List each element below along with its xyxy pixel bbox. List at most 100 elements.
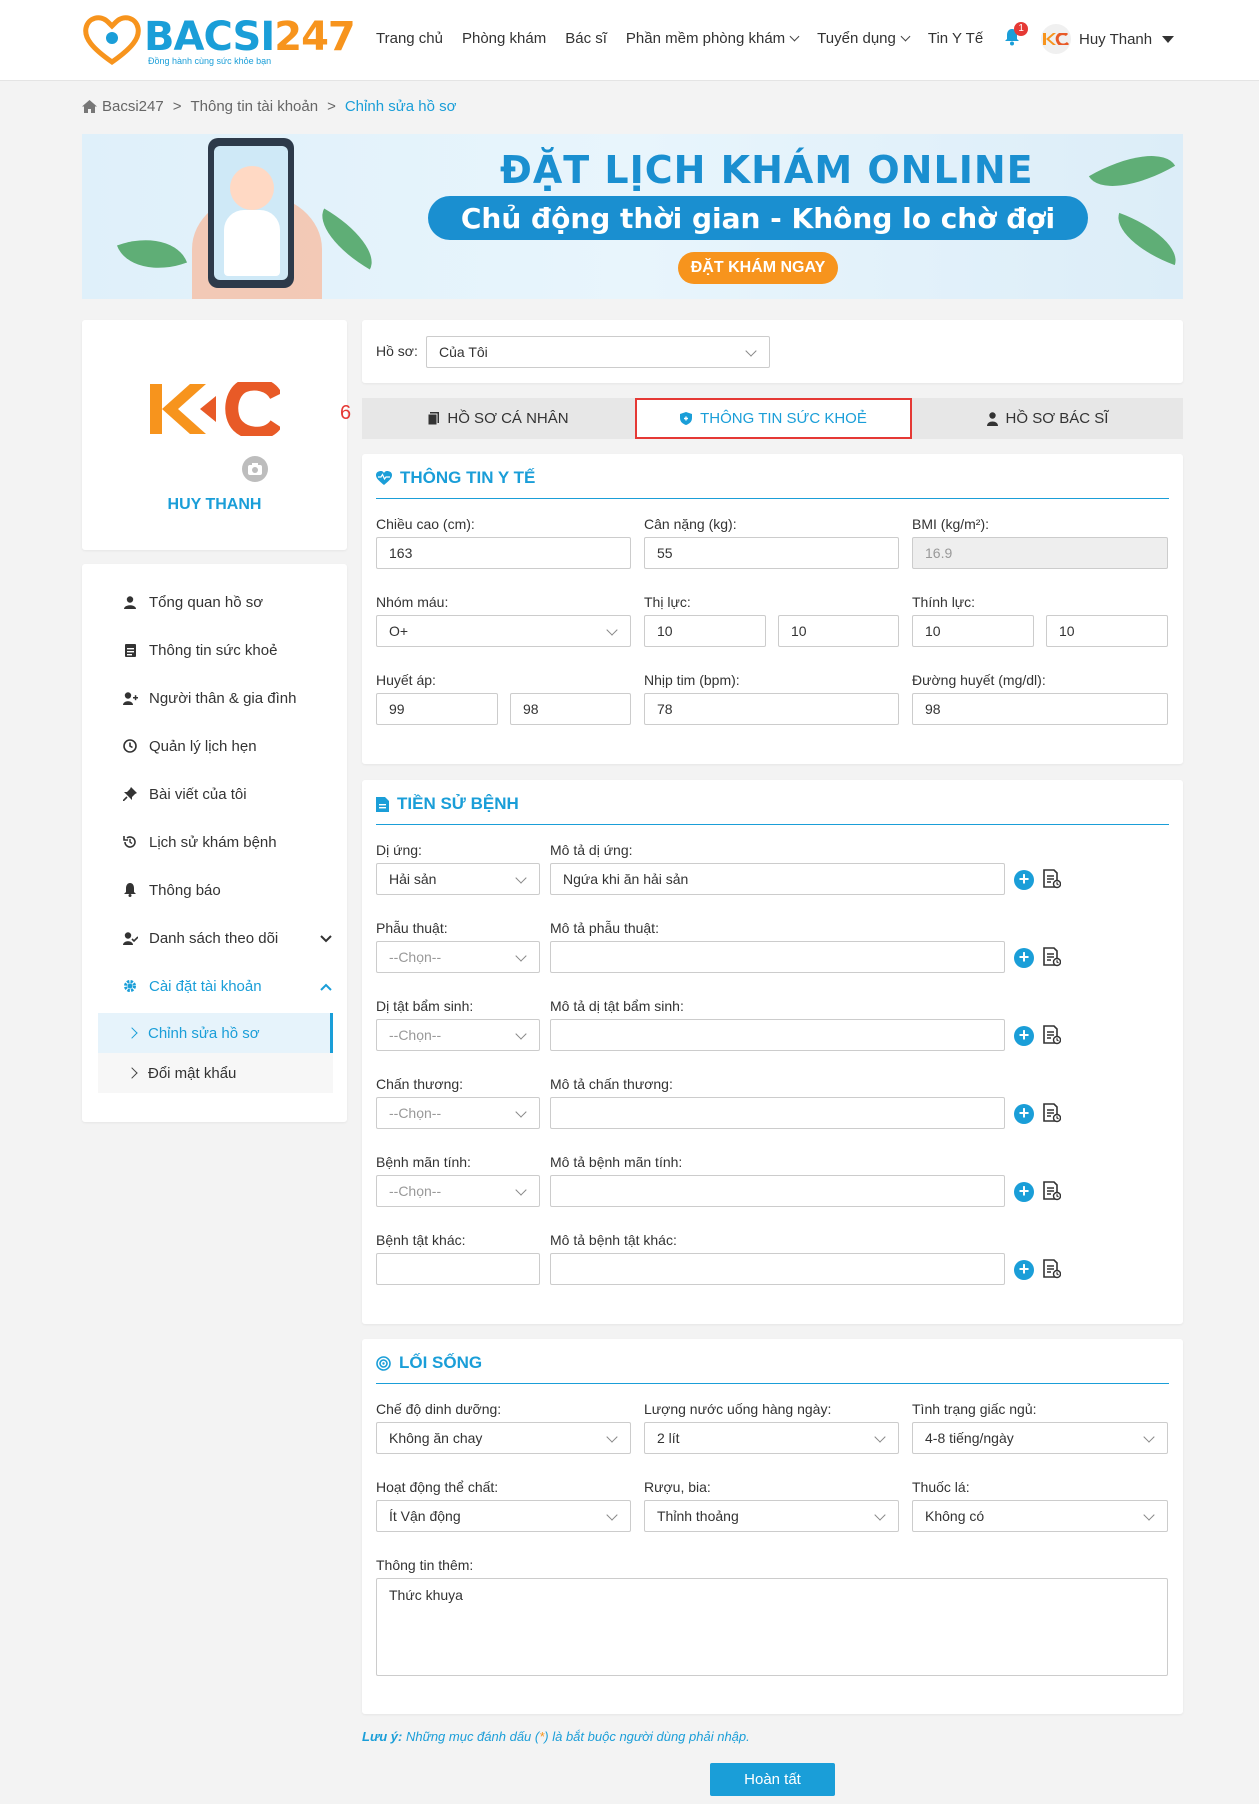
nav-software[interactable]: Phần mềm phòng khám xyxy=(626,30,800,47)
heart-rate-input[interactable]: 78 xyxy=(644,693,899,725)
profile-select[interactable]: Của Tôi xyxy=(426,336,770,368)
user-menu[interactable]: Huy Thanh xyxy=(1041,24,1175,54)
menu-notifications[interactable]: Thông báo xyxy=(122,878,332,902)
notification-bell[interactable]: 1 xyxy=(1004,22,1029,48)
history-type-select[interactable]: Hải sản xyxy=(376,863,540,895)
change-avatar-button[interactable] xyxy=(242,456,268,482)
water-label: Lượng nước uống hàng ngày: xyxy=(644,1401,832,1417)
breadcrumb-home[interactable]: Bacsi247 xyxy=(102,98,164,115)
height-label: Chiều cao (cm): xyxy=(376,516,475,532)
avatar xyxy=(1041,24,1071,54)
tab-doctor-profile[interactable]: HỒ SƠ BÁC SĨ xyxy=(912,398,1183,439)
history-record-icon[interactable] xyxy=(1043,1259,1061,1279)
history-record-icon[interactable] xyxy=(1043,947,1061,967)
doctor-illustration xyxy=(230,166,274,210)
notification-count: 1 xyxy=(1014,22,1029,36)
menu-overview[interactable]: Tổng quan hồ sơ xyxy=(122,590,332,614)
banner-subtitle: Chủ động thời gian - Không lo chờ đợi xyxy=(460,201,1056,235)
logo-slogan: Đồng hành cùng sức khỏe bạn xyxy=(148,56,272,66)
menu-history[interactable]: Lịch sử khám bệnh xyxy=(122,830,332,854)
banner-title: ĐẶT LỊCH KHÁM ONLINE xyxy=(500,148,1034,192)
menu-followed[interactable]: Danh sách theo dõi xyxy=(122,926,332,950)
account-menu: Tổng quan hồ sơ Thông tin sức khoẻ Người… xyxy=(82,564,347,1122)
water-select[interactable]: 2 lít xyxy=(644,1422,899,1454)
diet-select[interactable]: Không ăn chay xyxy=(376,1422,631,1454)
history-record-icon[interactable] xyxy=(1043,869,1061,889)
bp-diastolic-input[interactable]: 98 xyxy=(510,693,631,725)
pin-icon xyxy=(123,787,137,801)
chevron-up-icon[interactable] xyxy=(320,978,332,995)
history-icon xyxy=(123,836,136,848)
sleep-select[interactable]: 4-8 tiếng/ngày xyxy=(912,1422,1168,1454)
vision-label: Thị lực: xyxy=(644,594,691,610)
nav-doctors[interactable]: Bác sĩ xyxy=(565,30,607,47)
submit-button[interactable]: Hoàn tất xyxy=(710,1763,835,1796)
menu-health-info[interactable]: Thông tin sức khoẻ xyxy=(122,638,332,662)
menu-label: Lịch sử khám bệnh xyxy=(149,833,277,851)
site-logo[interactable]: BACSI247 Đồng hành cùng sức khỏe bạn xyxy=(82,12,356,68)
activity-select[interactable]: Ít Vận động xyxy=(376,1500,631,1532)
add-icon[interactable]: + xyxy=(1014,1026,1034,1046)
nav-jobs[interactable]: Tuyển dụng xyxy=(817,30,911,47)
menu-account-settings[interactable]: Cài đặt tài khoản xyxy=(122,974,332,998)
history-desc-input[interactable] xyxy=(550,1019,1005,1051)
book-now-button[interactable]: ĐẶT KHÁM NGAY xyxy=(678,252,838,284)
add-icon[interactable]: + xyxy=(1014,948,1034,968)
history-desc-input[interactable] xyxy=(550,1253,1005,1285)
hearing-left-input[interactable]: 10 xyxy=(912,615,1034,647)
menu-appointments[interactable]: Quản lý lịch hẹn xyxy=(122,734,332,758)
submenu-change-password[interactable]: Đổi mật khẩu xyxy=(98,1053,333,1093)
menu-family[interactable]: Người thân & gia đình xyxy=(122,686,332,710)
history-type-select[interactable]: --Chọn-- xyxy=(376,941,540,973)
extra-info-textarea[interactable]: Thức khuya xyxy=(376,1578,1168,1676)
tab-health-info[interactable]: THÔNG TIN SỨC KHOẺ xyxy=(635,398,912,439)
history-desc-input[interactable] xyxy=(550,1097,1005,1129)
user-check-icon xyxy=(122,931,138,945)
hearing-right-input[interactable]: 10 xyxy=(1046,615,1168,647)
smoking-select[interactable]: Không có xyxy=(912,1500,1168,1532)
vision-right-input[interactable]: 10 xyxy=(778,615,899,647)
blood-type-select[interactable]: O+ xyxy=(376,615,631,647)
history-desc-input[interactable] xyxy=(550,941,1005,973)
add-icon[interactable]: + xyxy=(1014,1104,1034,1124)
menu-my-posts[interactable]: Bài viết của tôi xyxy=(122,782,332,806)
weight-label: Cân nặng (kg): xyxy=(644,516,737,532)
sleep-label: Tình trạng giấc ngủ: xyxy=(912,1401,1037,1417)
history-type-label: Phẫu thuật: xyxy=(376,920,448,936)
tab-personal-profile[interactable]: HỒ SƠ CÁ NHÂN xyxy=(362,398,635,439)
alcohol-label: Rượu, bia: xyxy=(644,1479,711,1495)
medical-history-section: TIỀN SỬ BỆNH Dị ứng: Hải sản Mô tả dị ứng:… xyxy=(362,780,1183,1324)
section-title: THÔNG TIN Y TẾ xyxy=(376,468,535,488)
history-type-select[interactable]: --Chọn-- xyxy=(376,1175,540,1207)
menu-label: Thông báo xyxy=(149,881,221,899)
alcohol-select[interactable]: Thỉnh thoảng xyxy=(644,1500,899,1532)
history-type-select[interactable] xyxy=(376,1253,540,1285)
height-input[interactable]: 163 xyxy=(376,537,631,569)
chevron-down-icon xyxy=(789,31,800,41)
submenu-edit-profile[interactable]: Chỉnh sửa hồ sơ xyxy=(98,1013,333,1053)
weight-input[interactable]: 55 xyxy=(644,537,899,569)
history-desc-input[interactable]: Ngứa khi ăn hải sản xyxy=(550,863,1005,895)
profile-tabs: HỒ SƠ CÁ NHÂN THÔNG TIN SỨC KHOẺ HỒ SƠ B… xyxy=(362,398,1183,439)
add-icon[interactable]: + xyxy=(1014,870,1034,890)
chevron-down-icon[interactable] xyxy=(320,930,332,947)
breadcrumb-account[interactable]: Thông tin tài khoản xyxy=(190,98,318,115)
menu-label: Thông tin sức khoẻ xyxy=(149,641,278,659)
add-icon[interactable]: + xyxy=(1014,1260,1034,1280)
menu-label: Bài viết của tôi xyxy=(149,785,247,803)
history-record-icon[interactable] xyxy=(1043,1181,1061,1201)
home-icon xyxy=(82,100,97,113)
history-desc-input[interactable] xyxy=(550,1175,1005,1207)
history-type-select[interactable]: --Chọn-- xyxy=(376,1097,540,1129)
history-type-select[interactable]: --Chọn-- xyxy=(376,1019,540,1051)
nav-home[interactable]: Trang chủ xyxy=(376,30,443,47)
vision-left-input[interactable]: 10 xyxy=(644,615,766,647)
promo-banner[interactable]: ĐẶT LỊCH KHÁM ONLINE Chủ động thời gian … xyxy=(82,134,1183,299)
nav-clinics[interactable]: Phòng khám xyxy=(462,30,546,47)
history-record-icon[interactable] xyxy=(1043,1103,1061,1123)
add-icon[interactable]: + xyxy=(1014,1182,1034,1202)
glucose-input[interactable]: 98 xyxy=(912,693,1168,725)
bp-systolic-input[interactable]: 99 xyxy=(376,693,498,725)
history-record-icon[interactable] xyxy=(1043,1025,1061,1045)
nav-news[interactable]: Tin Y Tế xyxy=(928,30,983,47)
